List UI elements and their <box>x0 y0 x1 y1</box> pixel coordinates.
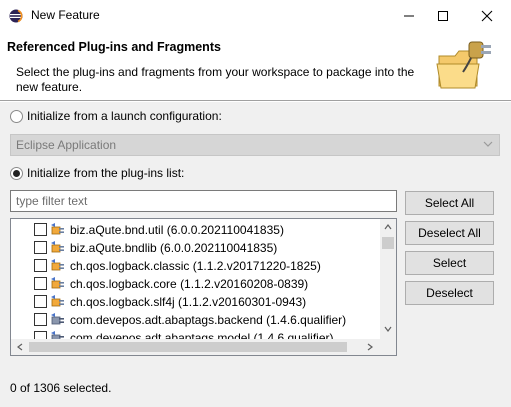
launch-config-radio-button[interactable] <box>10 109 23 123</box>
maximize-icon <box>438 10 448 21</box>
wizard-banner: Referenced Plug-ins and Fragments Select… <box>0 31 511 101</box>
list-item[interactable]: com.devepos.adt.abaptags.backend (1.4.6.… <box>11 311 381 329</box>
filter-input[interactable] <box>10 190 397 212</box>
plugin-jar-icon <box>50 240 66 256</box>
minimize-button[interactable] <box>392 0 426 31</box>
plugin-jar-icon <box>50 222 66 238</box>
minimize-icon <box>404 15 414 16</box>
plugin-label: biz.aQute.bndlib (6.0.0.202110041835) <box>70 241 278 255</box>
horizontal-scroll-thumb[interactable] <box>29 342 347 352</box>
plugins-list-radio-button[interactable] <box>10 166 23 180</box>
chevron-down-icon <box>483 141 493 147</box>
page-description: Select the plug-ins and fragments from y… <box>16 65 415 94</box>
deselect-all-button[interactable]: Deselect All <box>405 221 494 245</box>
plugin-checkbox[interactable] <box>34 259 47 272</box>
select-all-button[interactable]: Select All <box>405 191 494 215</box>
maximize-button[interactable] <box>426 0 460 31</box>
list-item[interactable]: biz.aQute.bnd.util (6.0.0.202110041835) <box>11 221 381 239</box>
plugin-label: com.devepos.adt.abaptags.backend (1.4.6.… <box>70 313 347 327</box>
plugin-label: ch.qos.logback.slf4j (1.1.2.v20160301-09… <box>70 295 307 309</box>
plugin-label: ch.qos.logback.core (1.1.2.v20160208-083… <box>70 277 309 291</box>
plugins-list[interactable]: biz.aQute.bnd.util (6.0.0.202110041835) b… <box>10 218 397 356</box>
window-title: New Feature <box>31 8 100 22</box>
plugin-checkbox[interactable] <box>34 241 47 254</box>
list-item[interactable]: ch.qos.logback.slf4j (1.1.2.v20160301-09… <box>11 293 381 311</box>
launch-config-label: Initialize from a launch configuration: <box>27 109 222 123</box>
scroll-left-icon[interactable] <box>16 343 24 351</box>
plugins-list-radio[interactable]: Initialize from the plug-ins list: <box>10 166 184 180</box>
plugin-checkbox[interactable] <box>34 313 47 326</box>
deselect-button[interactable]: Deselect <box>405 281 494 305</box>
select-button[interactable]: Select <box>405 251 494 275</box>
close-icon <box>481 10 493 21</box>
launch-config-combo: Eclipse Application <box>10 134 500 156</box>
plugins-list-label: Initialize from the plug-ins list: <box>27 166 185 180</box>
folder-plug-wizard-icon <box>436 41 491 89</box>
list-item[interactable]: ch.qos.logback.classic (1.1.2.v20171220-… <box>11 257 381 275</box>
plugin-checkbox[interactable] <box>34 295 47 308</box>
radio-selected-dot <box>13 169 20 177</box>
plugin-jar-icon <box>50 294 66 310</box>
launch-config-radio[interactable]: Initialize from a launch configuration: <box>10 109 222 123</box>
page-title: Referenced Plug-ins and Fragments <box>7 40 221 54</box>
wizard-body: Initialize from a launch configuration: … <box>0 102 511 407</box>
eclipse-icon <box>9 9 23 23</box>
selection-status: 0 of 1306 selected. <box>10 381 112 395</box>
scroll-down-icon[interactable] <box>384 325 392 333</box>
list-item[interactable]: ch.qos.logback.core (1.1.2.v20160208-083… <box>11 275 381 293</box>
plugin-jar-icon <box>50 276 66 292</box>
launch-config-combo-value: Eclipse Application <box>16 138 117 152</box>
horizontal-scrollbar[interactable] <box>11 339 396 355</box>
title-bar: New Feature <box>0 0 511 31</box>
scroll-up-icon[interactable] <box>384 223 392 231</box>
plugin-project-icon <box>50 312 66 328</box>
close-button[interactable] <box>470 0 504 31</box>
plugin-label: biz.aQute.bnd.util (6.0.0.202110041835) <box>70 223 284 237</box>
vertical-scrollbar[interactable] <box>380 219 396 339</box>
scroll-right-icon[interactable] <box>366 343 374 351</box>
list-item[interactable]: biz.aQute.bndlib (6.0.0.202110041835) <box>11 239 381 257</box>
plugin-checkbox[interactable] <box>34 277 47 290</box>
plugin-checkbox[interactable] <box>34 223 47 236</box>
plugin-label: ch.qos.logback.classic (1.1.2.v20171220-… <box>70 259 321 273</box>
vertical-scroll-thumb[interactable] <box>382 237 394 249</box>
plugin-jar-icon <box>50 258 66 274</box>
